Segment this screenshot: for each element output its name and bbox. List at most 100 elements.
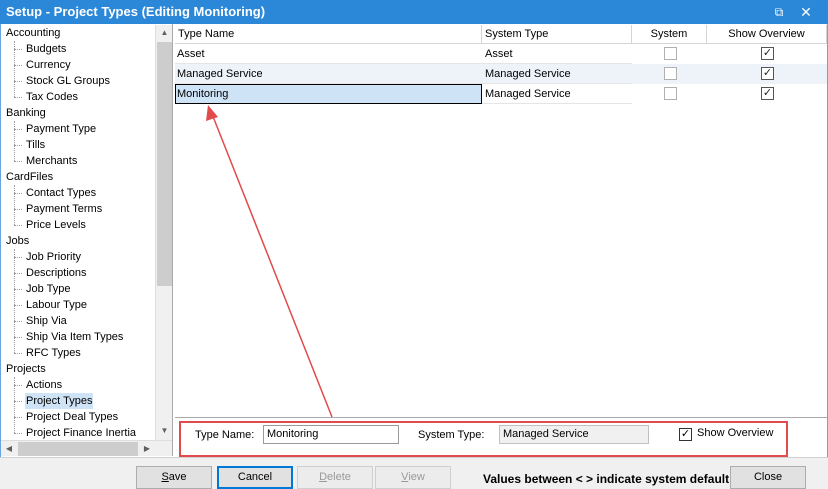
tree-connector — [14, 353, 22, 354]
tree-item[interactable]: Stock GL Groups — [25, 73, 111, 89]
column-header-show-overview[interactable]: Show Overview — [707, 25, 827, 44]
tree-vertical-scrollbar[interactable]: ▲ ▼ — [155, 25, 172, 440]
tree-connector — [14, 433, 22, 434]
tree-item[interactable]: Price Levels — [25, 217, 87, 233]
tree-connector — [14, 185, 15, 225]
tree-connector — [14, 161, 22, 162]
tree-item[interactable]: Job Priority — [25, 249, 82, 265]
tree-item[interactable]: Budgets — [25, 41, 67, 57]
column-header-system[interactable]: System — [632, 25, 707, 44]
type-name-cell[interactable]: Asset — [175, 44, 482, 64]
restore-icon[interactable]: ⧉ — [770, 3, 788, 21]
table-row[interactable]: Managed Service Managed Service ✓ — [175, 64, 827, 84]
tree-connector — [14, 193, 22, 194]
tree-scroll-thumb[interactable] — [157, 42, 172, 286]
window-title: Setup - Project Types (Editing Monitorin… — [6, 4, 266, 19]
system-type-field: Managed Service — [499, 425, 649, 444]
tree-connector — [14, 145, 22, 146]
tree-connector — [14, 65, 22, 66]
tree-connector — [14, 273, 22, 274]
tree-connector — [14, 121, 15, 161]
tree-item[interactable]: Ship Via — [25, 313, 68, 329]
tree-item[interactable]: Currency — [25, 57, 72, 73]
show-overview-checkbox-cell[interactable]: ✓ — [761, 67, 774, 80]
tree-connector — [14, 337, 22, 338]
tree-item[interactable]: Payment Type — [25, 121, 97, 137]
save-rest: ave — [168, 471, 187, 483]
tree-item[interactable]: Tax Codes — [25, 89, 79, 105]
show-overview-checkbox[interactable]: ✓ — [679, 428, 692, 441]
tree-connector — [14, 377, 15, 433]
tree-item[interactable]: Ship Via Item Types — [25, 329, 124, 345]
tree-connector — [14, 321, 22, 322]
system-default-note: Values between < > indicate system defau… — [483, 472, 730, 486]
column-header-type-name[interactable]: Type Name — [175, 25, 482, 44]
tree-connector — [14, 249, 15, 353]
scroll-down-arrow-icon[interactable]: ▼ — [156, 423, 173, 439]
scroll-left-arrow-icon[interactable]: ◀ — [1, 441, 17, 457]
tree-connector — [14, 289, 22, 290]
tree-connector — [14, 209, 22, 210]
system-type-cell[interactable]: Asset — [482, 44, 632, 64]
tree-hscroll-thumb[interactable] — [18, 442, 138, 456]
view-rest: iew — [408, 471, 425, 483]
tree-item[interactable]: Tills — [25, 137, 46, 153]
delete-button[interactable]: Delete — [297, 466, 373, 489]
column-header-system-type[interactable]: System Type — [482, 25, 632, 44]
detail-panel: Type Name: Monitoring System Type: Manag… — [175, 417, 827, 457]
system-checkbox[interactable] — [664, 87, 677, 100]
tree-group[interactable]: Accounting — [6, 25, 60, 41]
tree-connector — [14, 49, 22, 50]
tree-item[interactable]: Project Finance Inertia — [25, 425, 137, 441]
system-type-label: System Type: — [418, 429, 485, 441]
tree-connector — [14, 305, 22, 306]
tree-item[interactable]: Merchants — [25, 153, 78, 169]
save-accel: S — [161, 471, 169, 483]
tree-item[interactable]: RFC Types — [25, 345, 82, 361]
tree-group[interactable]: Banking — [6, 105, 46, 121]
scroll-up-arrow-icon[interactable]: ▲ — [156, 25, 173, 41]
tree-horizontal-scrollbar[interactable]: ◀ ▶ — [1, 440, 172, 456]
tree-item[interactable]: Contact Types — [25, 185, 97, 201]
tree-connector — [14, 81, 22, 82]
tree-connector — [14, 417, 22, 418]
table-row[interactable]: Monitoring Managed Service ✓ — [175, 84, 827, 104]
tree-connector — [14, 225, 22, 226]
tree-item[interactable]: Project Deal Types — [25, 409, 119, 425]
type-name-label: Type Name: — [195, 429, 255, 441]
scroll-right-arrow-icon[interactable]: ▶ — [139, 441, 155, 457]
tree-connector — [14, 385, 22, 386]
close-button[interactable]: Close — [730, 466, 806, 489]
system-checkbox[interactable] — [664, 67, 677, 80]
tree-connector — [14, 129, 22, 130]
title-bar: Setup - Project Types (Editing Monitorin… — [0, 0, 828, 24]
close-icon[interactable]: ✕ — [797, 3, 815, 21]
save-button[interactable]: Save — [136, 466, 212, 489]
delete-rest: elete — [327, 471, 351, 483]
tree-group[interactable]: Jobs — [6, 233, 29, 249]
delete-accel: D — [319, 471, 328, 483]
tree-item[interactable]: Labour Type — [25, 297, 88, 313]
tree-connector — [14, 401, 22, 402]
show-overview-checkbox-cell[interactable]: ✓ — [761, 47, 774, 60]
type-name-cell[interactable]: Managed Service — [175, 64, 482, 84]
tree-item[interactable]: Project Types — [25, 393, 94, 409]
system-type-cell[interactable]: Managed Service — [482, 64, 632, 84]
tree-item[interactable]: Payment Terms — [25, 201, 103, 217]
tree-item[interactable]: Descriptions — [25, 265, 88, 281]
setup-tree: Accounting Budgets Currency Stock GL Groups… — [1, 24, 173, 456]
view-button[interactable]: View — [375, 466, 451, 489]
tree-item[interactable]: Actions — [25, 377, 63, 393]
system-type-cell[interactable]: Managed Service — [482, 84, 632, 104]
tree-item[interactable]: Job Type — [25, 281, 71, 297]
system-checkbox[interactable] — [664, 47, 677, 60]
type-name-input[interactable]: Monitoring — [263, 425, 399, 444]
tree-group[interactable]: CardFiles — [6, 169, 53, 185]
table-row[interactable]: Asset Asset ✓ — [175, 44, 827, 64]
tree-connector — [14, 97, 22, 98]
tree-group[interactable]: Projects — [6, 361, 46, 377]
cancel-button[interactable]: Cancel — [217, 466, 293, 489]
show-overview-label: Show Overview — [697, 427, 774, 439]
type-name-cell[interactable]: Monitoring — [175, 84, 482, 104]
show-overview-checkbox-cell[interactable]: ✓ — [761, 87, 774, 100]
